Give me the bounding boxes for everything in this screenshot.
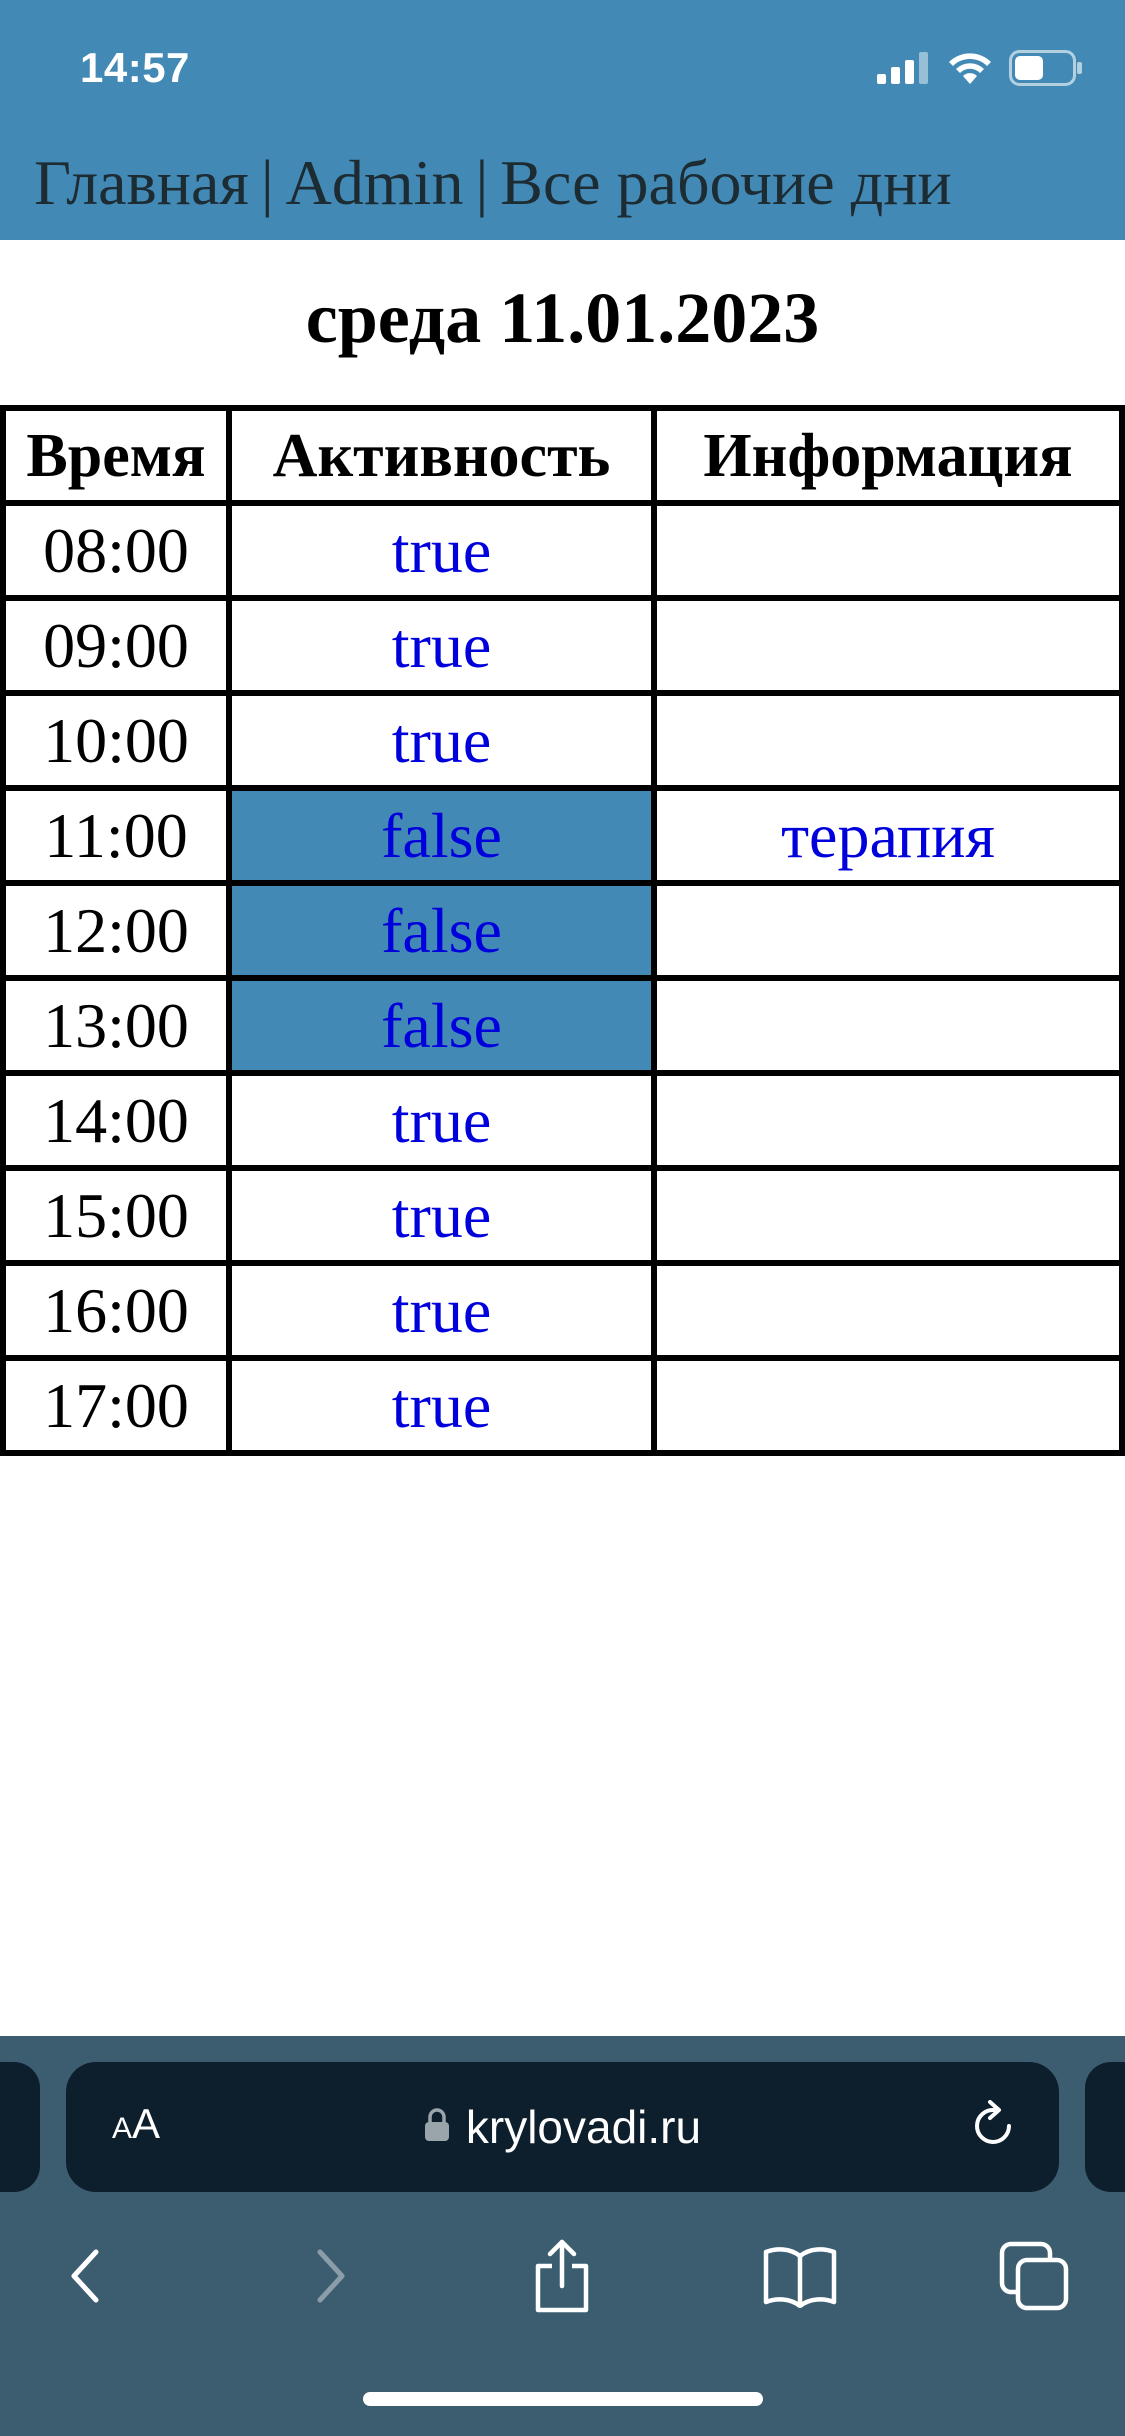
- nav-link-home[interactable]: Главная: [34, 146, 249, 220]
- info-cell: [657, 981, 1119, 1070]
- address-bar[interactable]: AA krylovadi.ru: [66, 2062, 1059, 2192]
- time-cell: 15:00: [6, 1171, 226, 1260]
- time-cell: 10:00: [6, 696, 226, 785]
- table-row: 10:00 true: [6, 696, 1119, 785]
- table-row: 11:00 false терапия: [6, 791, 1119, 880]
- schedule-table: Время Активность Информация 08:00 true 0…: [0, 405, 1125, 1456]
- activity-cell[interactable]: false: [232, 886, 651, 975]
- signal-icon: [877, 52, 931, 84]
- status-icons: [877, 48, 1083, 88]
- info-cell: [657, 1266, 1119, 1355]
- info-cell: [657, 1171, 1119, 1260]
- url-text[interactable]: krylovadi.ru: [466, 2100, 701, 2154]
- wifi-icon: [947, 51, 993, 85]
- column-header-info: Информация: [657, 411, 1119, 500]
- column-header-activity: Активность: [232, 411, 651, 500]
- table-row: 09:00 true: [6, 601, 1119, 690]
- nav-link-admin[interactable]: Admin: [286, 146, 464, 220]
- page-title: среда 11.01.2023: [305, 278, 820, 358]
- info-cell: [657, 601, 1119, 690]
- table-row: 17:00 true: [6, 1361, 1119, 1450]
- info-cell: [657, 1361, 1119, 1450]
- activity-cell[interactable]: false: [232, 791, 651, 880]
- activity-cell[interactable]: true: [232, 506, 651, 595]
- info-cell[interactable]: терапия: [657, 791, 1119, 880]
- time-cell: 12:00: [6, 886, 226, 975]
- reader-text-size-button[interactable]: AA: [112, 2100, 160, 2148]
- aa-small-letter: A: [112, 2112, 133, 2145]
- table-row: 12:00 false: [6, 886, 1119, 975]
- nav-link-workdays[interactable]: Все рабочие дни: [500, 146, 952, 220]
- info-cell: [657, 506, 1119, 595]
- site-header: 14:57 Главная | Admin | Все рабочие дни: [0, 0, 1125, 240]
- forward-icon[interactable]: [280, 2226, 380, 2326]
- time-cell: 14:00: [6, 1076, 226, 1165]
- browser-toolbar: AA krylovadi.ru: [0, 2036, 1125, 2436]
- info-cell: [657, 1076, 1119, 1165]
- aa-big-letter: A: [132, 2100, 161, 2147]
- back-icon[interactable]: [36, 2226, 136, 2326]
- url-display: krylovadi.ru: [66, 2100, 1059, 2154]
- share-icon[interactable]: [512, 2226, 612, 2326]
- time-cell: 16:00: [6, 1266, 226, 1355]
- time-cell: 11:00: [6, 791, 226, 880]
- activity-cell[interactable]: false: [232, 981, 651, 1070]
- table-row: 14:00 true: [6, 1076, 1119, 1165]
- lock-icon: [424, 2107, 450, 2147]
- time-cell: 13:00: [6, 981, 226, 1070]
- activity-cell[interactable]: true: [232, 1171, 651, 1260]
- table-header-row: Время Активность Информация: [6, 411, 1119, 500]
- activity-cell[interactable]: true: [232, 1266, 651, 1355]
- navigation-toolbar: [0, 2226, 1125, 2326]
- tabs-icon[interactable]: [984, 2226, 1084, 2326]
- time-cell: 09:00: [6, 601, 226, 690]
- info-cell: [657, 886, 1119, 975]
- status-time: 14:57: [80, 44, 190, 91]
- column-header-time: Время: [6, 411, 226, 500]
- activity-cell[interactable]: true: [232, 1076, 651, 1165]
- bookmarks-icon[interactable]: [750, 2226, 850, 2326]
- site-nav: Главная | Admin | Все рабочие дни: [34, 146, 952, 220]
- battery-icon: [1009, 50, 1083, 86]
- activity-cell[interactable]: true: [232, 601, 651, 690]
- reload-icon[interactable]: [969, 2098, 1019, 2159]
- next-tab-peek[interactable]: [1085, 2062, 1125, 2192]
- home-indicator[interactable]: [363, 2392, 763, 2406]
- activity-cell[interactable]: true: [232, 1361, 651, 1450]
- table-row: 15:00 true: [6, 1171, 1119, 1260]
- table-row: 16:00 true: [6, 1266, 1119, 1355]
- table-row: 13:00 false: [6, 981, 1119, 1070]
- info-cell: [657, 696, 1119, 785]
- table-row: 08:00 true: [6, 506, 1119, 595]
- time-cell: 08:00: [6, 506, 226, 595]
- nav-separator: |: [260, 147, 274, 218]
- time-cell: 17:00: [6, 1361, 226, 1450]
- nav-separator: |: [475, 147, 489, 218]
- previous-tab-peek[interactable]: [0, 2062, 40, 2192]
- activity-cell[interactable]: true: [232, 696, 651, 785]
